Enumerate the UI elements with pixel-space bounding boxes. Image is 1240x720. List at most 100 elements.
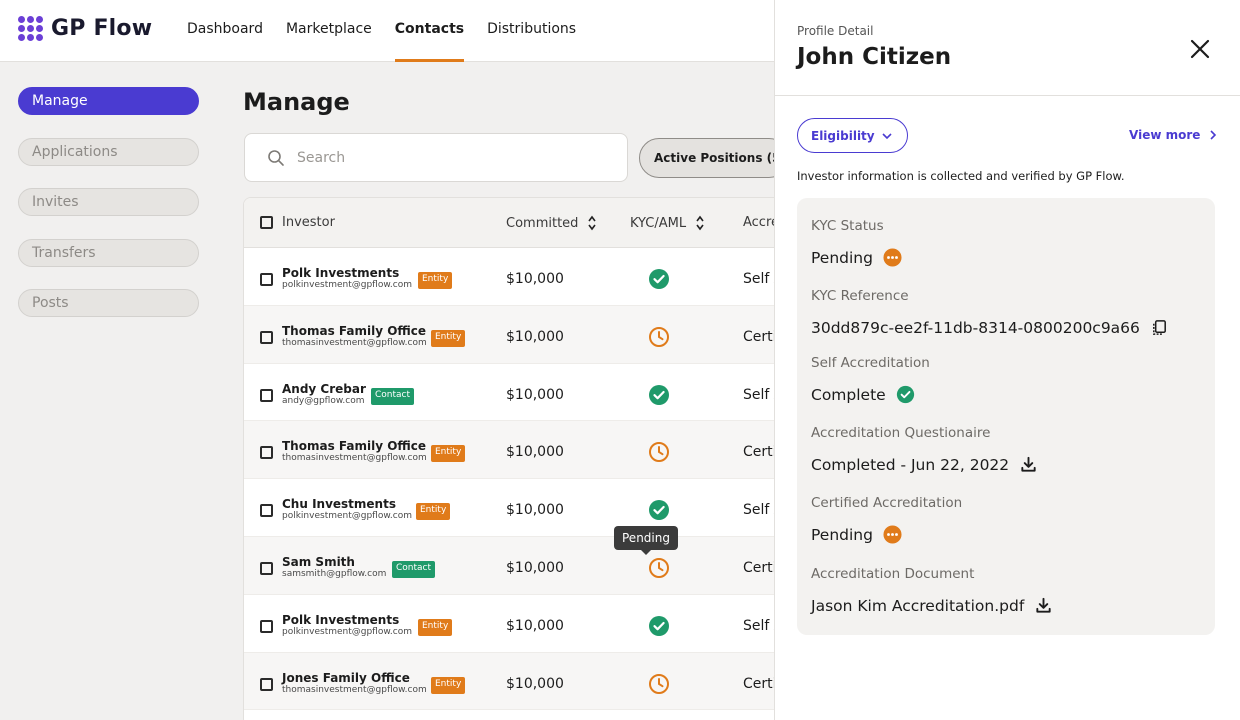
clock-icon[interactable] bbox=[648, 326, 670, 348]
column-committed[interactable]: Committed bbox=[506, 215, 597, 231]
clock-icon[interactable] bbox=[648, 673, 670, 695]
field-label: Self Accreditation bbox=[811, 355, 930, 371]
search-input[interactable] bbox=[297, 149, 597, 166]
field-label: Accreditation Questionaire bbox=[811, 425, 991, 441]
profile-card: KYC Status Pending KYC Reference 30dd879c-e… bbox=[797, 198, 1215, 635]
row-checkbox[interactable] bbox=[260, 388, 273, 402]
search-icon bbox=[268, 149, 284, 166]
view-more-link[interactable]: View more bbox=[1129, 128, 1217, 142]
select-all-checkbox[interactable] bbox=[260, 216, 273, 229]
clock-icon[interactable] bbox=[648, 557, 670, 579]
panel-divider bbox=[775, 95, 1240, 96]
field-value: Complete bbox=[811, 385, 915, 404]
table-row[interactable]: Chu Investments polkinvestment@gpflow.com… bbox=[244, 479, 782, 537]
download-icon[interactable] bbox=[1034, 596, 1053, 615]
committed-amount: $10,000 bbox=[506, 386, 564, 403]
row-checkbox[interactable] bbox=[260, 619, 273, 633]
nav-marketplace[interactable]: Marketplace bbox=[286, 0, 372, 62]
field-value: Jason Kim Accreditation.pdf bbox=[811, 596, 1053, 615]
row-checkbox[interactable] bbox=[260, 446, 273, 460]
table-row[interactable]: Jones Family Office thomasinvestment@gpfl… bbox=[244, 652, 782, 711]
nav-dashboard[interactable]: Dashboard bbox=[187, 0, 263, 62]
close-icon[interactable] bbox=[1189, 38, 1211, 60]
sidebar-item-transfers[interactable]: Transfers bbox=[18, 238, 199, 267]
investor-name[interactable]: Sam Smith bbox=[282, 555, 386, 569]
info-text: Investor information is collected and ve… bbox=[797, 169, 1125, 183]
field-label: Accreditation Document bbox=[811, 566, 975, 582]
chevron-right-icon bbox=[1210, 130, 1217, 140]
table-row[interactable]: Polk Investments polkinvestment@gpflow.co… bbox=[244, 595, 782, 653]
investor-cell: Andy Crebar andy@gpflow.com bbox=[282, 382, 366, 407]
row-checkbox[interactable] bbox=[260, 677, 273, 691]
nav-contacts[interactable]: Contacts bbox=[394, 0, 465, 62]
table-row[interactable]: Sam Smith samsmith@gpflow.com Contact $10,0… bbox=[244, 536, 782, 595]
table-header: Investor Committed KYC/AML Accreditation bbox=[244, 198, 782, 248]
clock-icon[interactable] bbox=[648, 441, 670, 463]
status-complete-icon bbox=[896, 385, 915, 404]
search-box[interactable] bbox=[244, 133, 628, 182]
investor-name[interactable]: Chu Investments bbox=[282, 497, 412, 511]
investor-cell: Polk Investments polkinvestment@gpflow.co… bbox=[282, 266, 412, 291]
sidebar-item-invites[interactable]: Invites bbox=[18, 188, 199, 216]
view-more-label: View more bbox=[1129, 128, 1201, 142]
investor-cell: Chu Investments polkinvestment@gpflow.com bbox=[282, 497, 412, 522]
table-row[interactable]: Andy Crebar andy@gpflow.com Contact $10,000… bbox=[244, 364, 782, 422]
field-value-text: Jason Kim Accreditation.pdf bbox=[811, 596, 1025, 615]
investor-email: polkinvestment@gpflow.com bbox=[282, 280, 412, 290]
investor-cell: Sam Smith samsmith@gpflow.com bbox=[282, 555, 386, 580]
sort-icon[interactable] bbox=[587, 215, 597, 231]
table-row[interactable]: Thomas Family Office thomasinvestment@gpf… bbox=[244, 305, 782, 364]
row-checkbox[interactable] bbox=[260, 330, 273, 344]
column-investor[interactable]: Investor bbox=[282, 215, 335, 230]
investor-name[interactable]: Polk Investments bbox=[282, 613, 412, 627]
field-value: Pending bbox=[811, 525, 902, 544]
type-badge: Entity bbox=[431, 329, 466, 347]
table-row[interactable]: Thomas Family Office thomasinvestment@gpf… bbox=[244, 421, 782, 480]
investor-name[interactable]: Jones Family Office bbox=[282, 671, 427, 685]
check-circle-icon[interactable] bbox=[648, 499, 670, 521]
table-row[interactable]: Polk Investments polkinvestment@gpflow.co… bbox=[244, 248, 782, 306]
column-kyc[interactable]: KYC/AML bbox=[630, 215, 705, 231]
field-label: KYC Reference bbox=[811, 288, 909, 304]
active-positions-filter[interactable]: Active Positions (50) bbox=[639, 138, 789, 178]
check-circle-icon[interactable] bbox=[648, 615, 670, 637]
field-value: Completed - Jun 22, 2022 bbox=[811, 455, 1038, 474]
investor-cell: Thomas Family Office thomasinvestment@gpf… bbox=[282, 439, 427, 464]
check-circle-icon[interactable] bbox=[648, 384, 670, 406]
committed-amount: $10,000 bbox=[506, 675, 564, 692]
investor-name[interactable]: Polk Investments bbox=[282, 266, 412, 280]
app-logo[interactable]: GP Flow bbox=[18, 16, 152, 41]
row-checkbox[interactable] bbox=[260, 273, 273, 286]
copy-icon[interactable] bbox=[1150, 318, 1169, 337]
sidebar-item-manage[interactable]: Manage bbox=[18, 87, 199, 115]
investor-name[interactable]: Andy Crebar bbox=[282, 382, 366, 396]
panel-subtitle: Profile Detail bbox=[797, 24, 874, 38]
committed-amount: $10,000 bbox=[506, 617, 564, 634]
committed-amount: $10,000 bbox=[506, 559, 564, 576]
column-kyc-label: KYC/AML bbox=[630, 215, 687, 231]
row-checkbox[interactable] bbox=[260, 561, 273, 575]
sort-icon[interactable] bbox=[695, 215, 705, 231]
field-label: Certified Accreditation bbox=[811, 495, 963, 511]
check-circle-icon[interactable] bbox=[648, 268, 670, 290]
panel-title: John Citizen bbox=[797, 44, 952, 70]
type-badge: Entity bbox=[431, 445, 466, 463]
sidebar-item-posts[interactable]: Posts bbox=[18, 289, 199, 317]
download-icon[interactable] bbox=[1019, 455, 1038, 474]
nav-distributions[interactable]: Distributions bbox=[487, 0, 576, 62]
profile-detail-panel: Profile Detail John Citizen Eligibility … bbox=[774, 0, 1240, 720]
row-checkbox[interactable] bbox=[260, 504, 273, 518]
type-badge: Entity bbox=[418, 618, 453, 636]
field-label: KYC Status bbox=[811, 218, 884, 234]
status-pending-icon bbox=[883, 248, 902, 267]
type-badge: Entity bbox=[431, 676, 466, 694]
app-name: GP Flow bbox=[51, 16, 153, 41]
kyc-tooltip: Pending bbox=[614, 526, 678, 555]
main-nav: Dashboard Marketplace Contacts Distribut… bbox=[187, 0, 599, 62]
investor-name[interactable]: Thomas Family Office bbox=[282, 439, 427, 453]
investor-email: thomasinvestment@gpflow.com bbox=[282, 453, 427, 464]
eligibility-dropdown[interactable]: Eligibility bbox=[797, 118, 908, 153]
sidebar-item-applications[interactable]: Applications bbox=[18, 137, 199, 166]
field-value-text: Pending bbox=[811, 248, 873, 267]
investor-name[interactable]: Thomas Family Office bbox=[282, 324, 427, 338]
